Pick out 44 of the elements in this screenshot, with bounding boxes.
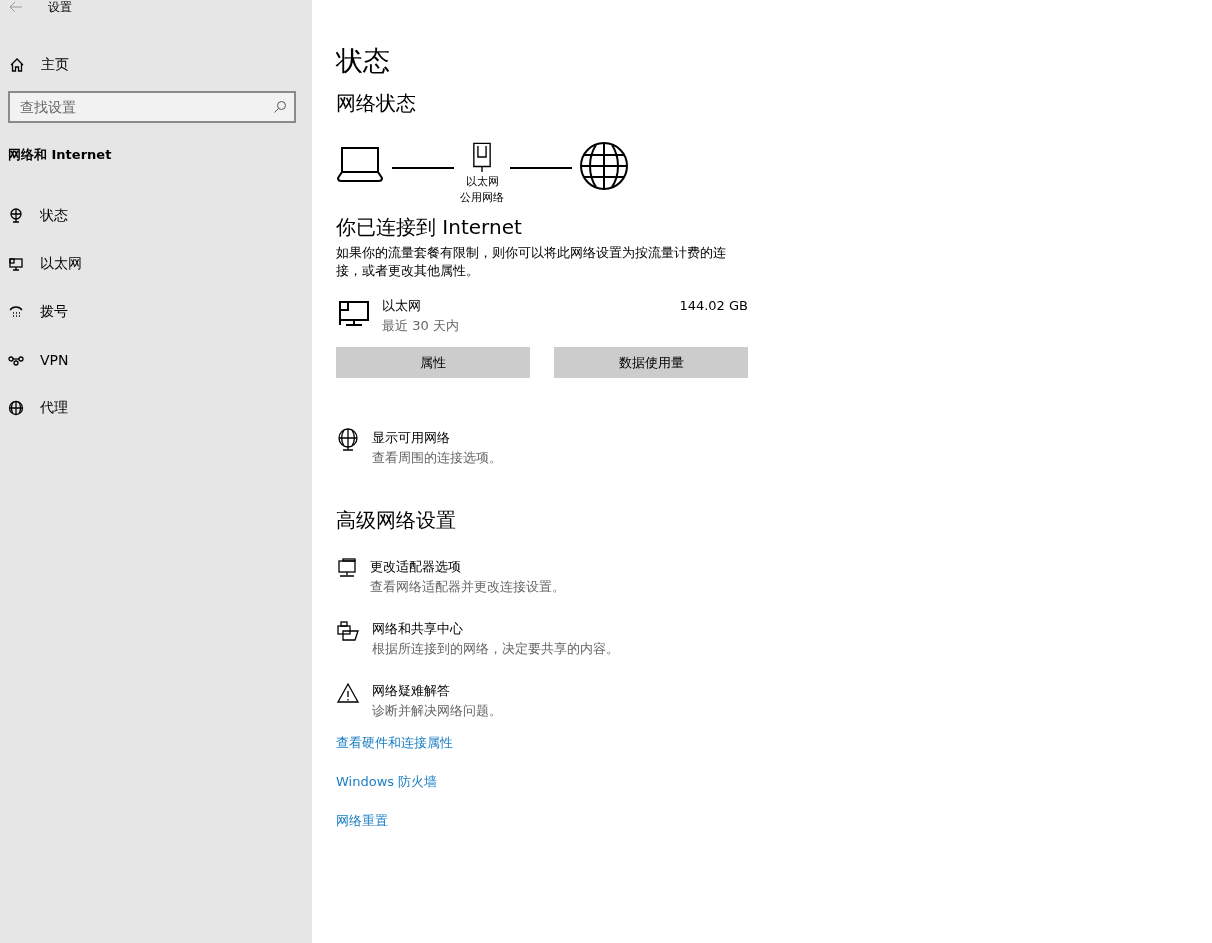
link[interactable]: 网络重置 [336, 812, 388, 830]
sidebar-item[interactable]: VPN [0, 336, 312, 384]
search-icon [273, 100, 287, 114]
sidebar-item[interactable]: 以太网 [0, 240, 312, 288]
home-icon [9, 57, 25, 73]
window-title: 设置 [48, 0, 72, 14]
link[interactable]: Windows 防火墙 [336, 773, 438, 791]
option-title[interactable]: 更改适配器选项 [370, 557, 565, 577]
sidebar-item[interactable]: 状态 [0, 192, 312, 240]
back-arrow-icon [9, 0, 23, 14]
usage-period: 最近 30 天内 [382, 317, 460, 335]
network-monitor-icon [8, 256, 24, 272]
printer-folder-icon [336, 619, 360, 643]
phone-icon [8, 304, 24, 320]
page-title: 状态 [336, 44, 391, 78]
sidebar-item[interactable]: 拨号 [0, 288, 312, 336]
globe-monitor-icon [8, 208, 24, 224]
connection-description: 如果你的流量套餐有限制，则你可以将此网络设置为按流量计费的连接，或者更改其他属性。 [336, 244, 727, 280]
network-monitor-icon [336, 557, 358, 579]
network-type-label: 公用网络 [460, 190, 504, 206]
option-title[interactable]: 显示可用网络 [372, 428, 502, 448]
data-usage-amount: 144.02 GB [679, 297, 748, 315]
warning-icon [336, 681, 360, 705]
adapter-name: 以太网 [382, 297, 422, 315]
option-title[interactable]: 网络和共享中心 [372, 619, 619, 639]
globe-monitor-icon [336, 428, 360, 452]
option-subtitle: 根据所连接到的网络，决定要共享的内容。 [372, 640, 619, 658]
globe-icon [8, 400, 24, 416]
option-subtitle: 诊断并解决网络问题。 [372, 702, 502, 720]
properties-button[interactable]: 属性 [336, 347, 530, 378]
data-usage-button[interactable]: 数据使用量 [554, 347, 748, 378]
option-subtitle: 查看网络适配器并更改连接设置。 [370, 578, 565, 596]
option-title[interactable]: 网络疑难解答 [372, 681, 502, 701]
section-title: 网络和 Internet [7, 146, 113, 164]
connection-heading: 你已连接到 Internet [336, 214, 523, 240]
search-field[interactable]: 查找设置 [8, 91, 296, 123]
link[interactable]: 查看硬件和连接属性 [336, 734, 453, 752]
sidebar-item[interactable]: 代理 [0, 384, 312, 432]
adapter-label: 以太网 [465, 174, 499, 190]
section-heading: 网络状态 [336, 90, 417, 116]
option-subtitle: 查看周围的连接选项。 [372, 449, 502, 467]
globe-icon [578, 140, 630, 192]
home-nav-item[interactable]: 主页 [0, 56, 312, 74]
section-heading: 高级网络设置 [336, 507, 457, 533]
